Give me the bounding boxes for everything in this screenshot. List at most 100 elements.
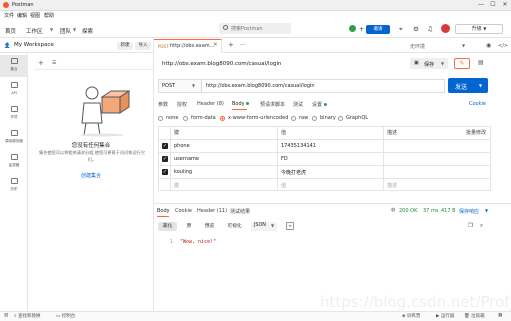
- new-value-input[interactable]: 值: [281, 182, 286, 189]
- menu-help[interactable]: 帮助: [44, 12, 54, 19]
- menu-view[interactable]: 视图: [30, 12, 40, 19]
- wrap-lines-icon[interactable]: ≡: [286, 222, 294, 230]
- table-cell-key[interactable]: phone: [174, 143, 190, 149]
- window-title: Postman: [12, 2, 34, 8]
- runner-button[interactable]: ▶ 运行器: [436, 313, 454, 319]
- notification-bell-icon[interactable]: ♫: [427, 25, 433, 33]
- menu-bar: [0, 11, 511, 20]
- nav-explore[interactable]: 探索: [82, 27, 93, 35]
- create-collection-link[interactable]: 创建集合: [29, 172, 153, 179]
- globe-icon[interactable]: ◍: [391, 207, 395, 213]
- copy-icon[interactable]: ❐: [468, 223, 473, 229]
- response-tab-body[interactable]: Body: [157, 208, 170, 214]
- table-cell-key[interactable]: kouling: [174, 169, 192, 175]
- sidebar-item-mock-servers[interactable]: 模拟服务器: [0, 127, 28, 149]
- sidebar-item-api[interactable]: API: [0, 79, 28, 101]
- minimize-button[interactable]: —: [476, 1, 486, 9]
- table-row-divider: [158, 139, 491, 140]
- tab-params[interactable]: 参数: [158, 101, 168, 108]
- row-checkbox[interactable]: ✓: [162, 169, 168, 175]
- status-code[interactable]: 200 OK: [399, 208, 417, 214]
- chevron-down-icon[interactable]: ▼: [485, 208, 488, 213]
- sidebar-toggle-icon[interactable]: ▥: [4, 313, 8, 318]
- menu-edit[interactable]: 编辑: [17, 12, 27, 19]
- sidebar-item-history[interactable]: 历史: [0, 175, 28, 197]
- format-raw-button[interactable]: 原: [182, 222, 196, 231]
- new-description-input[interactable]: 描述: [387, 182, 397, 189]
- radio-raw[interactable]: [291, 116, 296, 121]
- response-tab-cookies[interactable]: Cookie: [175, 208, 192, 214]
- add-user-icon[interactable]: +: [359, 26, 364, 33]
- menu-file[interactable]: 文件: [4, 12, 14, 19]
- table-cell-key[interactable]: username: [174, 156, 199, 162]
- close-tab-icon[interactable]: ✕: [213, 42, 218, 48]
- close-window-button[interactable]: ✕: [500, 1, 510, 9]
- invite-button[interactable]: 邀请: [366, 25, 390, 34]
- format-visualize-button[interactable]: 可视化: [224, 222, 245, 231]
- upgrade-button[interactable]: 升级 ▼: [455, 24, 503, 34]
- nav-home[interactable]: 首页: [5, 27, 16, 35]
- edit-pencil-icon[interactable]: ✎: [454, 58, 470, 69]
- workspace-name[interactable]: My Workspace: [14, 42, 54, 48]
- environment-select[interactable]: 无环境: [410, 43, 425, 50]
- row-checkbox[interactable]: ✓: [162, 156, 168, 162]
- new-tab-icon[interactable]: +: [228, 41, 234, 49]
- radio-binary[interactable]: [312, 116, 317, 121]
- table-col-divider: [170, 126, 171, 191]
- bulk-edit-link[interactable]: 批量修改: [466, 129, 486, 136]
- tab-pre-request-script[interactable]: 预请求脚本: [260, 101, 285, 108]
- sidebar-item-environments[interactable]: 环境: [0, 103, 28, 125]
- tab-body[interactable]: Body: [232, 101, 250, 107]
- trash-button[interactable]: 🗑 垃圾箱: [464, 313, 485, 319]
- layout-toggle-icon[interactable]: ▦: [498, 313, 502, 318]
- new-key-input[interactable]: 键: [174, 182, 179, 189]
- save-response-button[interactable]: 保存响应: [459, 208, 479, 215]
- find-replace-button[interactable]: ⌕ 查找和替换: [14, 313, 40, 319]
- radio-form-data[interactable]: [183, 116, 188, 121]
- sidebar-item-monitors[interactable]: 监视器: [0, 151, 28, 173]
- radio-graphql[interactable]: [338, 116, 343, 121]
- table-cell-value[interactable]: FD: [281, 156, 288, 162]
- console-button[interactable]: ▭ 控制台: [56, 313, 75, 319]
- tab-tests[interactable]: 测试: [293, 101, 303, 108]
- filter-icon[interactable]: ☰: [52, 60, 56, 66]
- comment-icon[interactable]: ▤: [478, 59, 484, 66]
- user-avatar[interactable]: [441, 24, 450, 33]
- nav-team[interactable]: 团队: [60, 27, 71, 35]
- chevron-down-icon: ▼: [73, 27, 77, 32]
- format-pretty-button[interactable]: 美化: [158, 222, 177, 231]
- radio-none[interactable]: [158, 116, 163, 121]
- settings-gear-icon[interactable]: ⚙: [413, 25, 419, 33]
- tab-authorization[interactable]: 授权: [177, 101, 187, 108]
- table-cell-value[interactable]: 今晚打老虎: [281, 169, 306, 176]
- response-size[interactable]: 417 B: [441, 208, 456, 214]
- new-button[interactable]: 新建: [117, 42, 133, 50]
- response-time[interactable]: 37 ms: [423, 208, 438, 214]
- response-tab-test-results[interactable]: 测试结果: [230, 208, 250, 215]
- sidebar-item-collections[interactable]: 集合: [0, 55, 28, 77]
- rail-label: 模拟服务器: [5, 139, 23, 143]
- format-preview-button[interactable]: 预览: [201, 222, 218, 231]
- tab-settings[interactable]: 设置: [312, 101, 327, 108]
- response-body[interactable]: "Wow, nice!": [180, 239, 216, 245]
- satellite-icon[interactable]: ⌖: [399, 25, 403, 34]
- add-collection-icon[interactable]: +: [38, 59, 44, 67]
- import-button[interactable]: 导入: [135, 42, 151, 50]
- tab-headers[interactable]: Header (8): [197, 101, 224, 107]
- maximize-button[interactable]: ☐: [488, 1, 498, 9]
- sync-status-icon[interactable]: [349, 25, 356, 32]
- radio-urlencoded[interactable]: [220, 116, 225, 121]
- row-checkbox[interactable]: ✓: [162, 143, 168, 149]
- collections-icon: [10, 58, 18, 64]
- chevron-down-icon[interactable]: ▼: [479, 83, 482, 88]
- table-cell-value[interactable]: 17435134141: [281, 143, 316, 149]
- response-tab-headers[interactable]: Header (11): [197, 208, 227, 214]
- bootcamp-button[interactable]: ◈ 训练营: [402, 313, 420, 319]
- code-icon[interactable]: </>: [498, 43, 508, 49]
- cookies-link[interactable]: Cookie: [469, 101, 486, 107]
- eye-icon[interactable]: ◉: [486, 42, 491, 49]
- more-options-icon[interactable]: ···: [240, 42, 246, 49]
- search-icon[interactable]: ⌕: [480, 223, 483, 230]
- chevron-down-icon[interactable]: ▼: [441, 61, 444, 66]
- nav-workspaces[interactable]: 工作区: [26, 27, 43, 35]
